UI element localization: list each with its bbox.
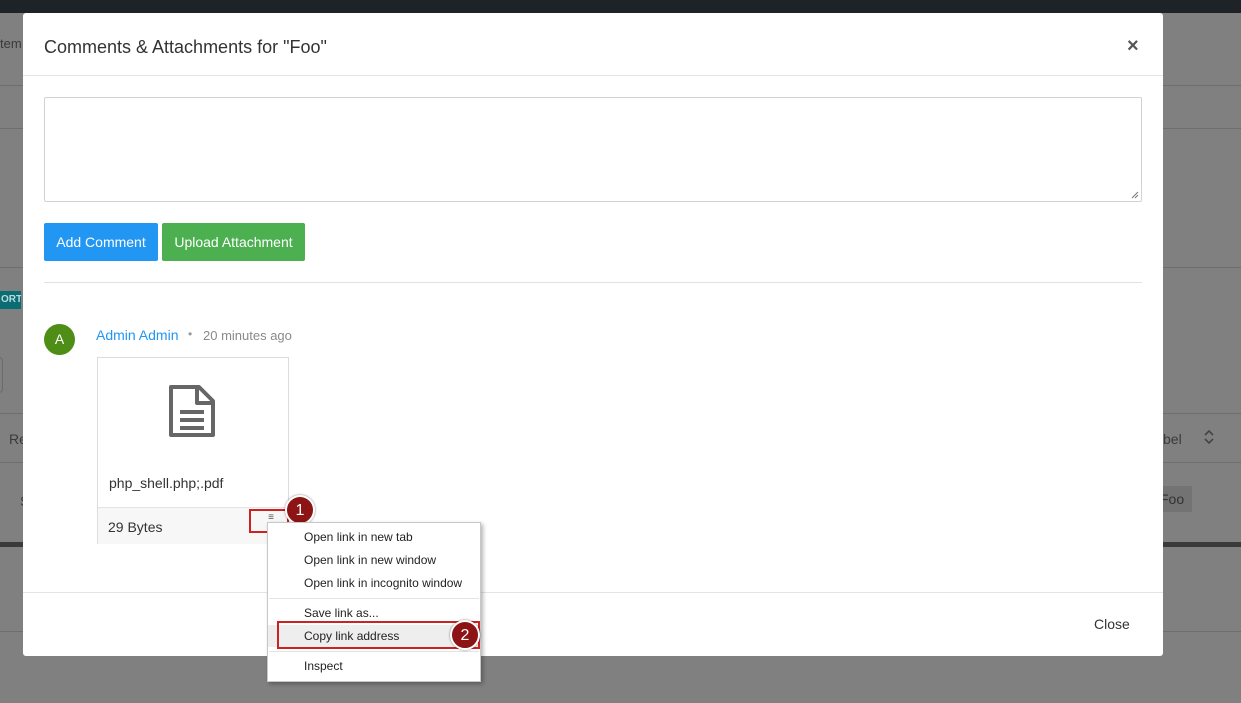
attachment-size: 29 Bytes [108,519,163,535]
avatar: A [44,324,75,355]
background-badge: ORT [0,291,21,309]
close-button[interactable]: Close [1094,616,1130,632]
file-text-icon [169,385,215,437]
add-comment-button[interactable]: Add Comment [44,223,158,261]
context-menu-item-open-new-tab[interactable]: Open link in new tab [268,526,480,548]
annotation-step-1: 1 [285,495,315,525]
section-divider [44,282,1142,283]
modal-title: Comments & Attachments for "Foo" [44,37,327,57]
comments-attachments-modal: Comments & Attachments for "Foo" × Add C… [23,13,1163,656]
context-menu-item-inspect[interactable]: Inspect [268,655,480,677]
context-menu-separator [269,598,479,599]
comment-author-link[interactable]: Admin Admin [96,327,178,343]
background-column-header: bel [1163,431,1182,447]
context-menu-separator [269,651,479,652]
context-menu-item-open-new-window[interactable]: Open link in new window [268,549,480,571]
context-menu: Open link in new tab Open link in new wi… [267,522,481,682]
close-icon[interactable]: × [1127,36,1139,56]
context-menu-item-open-incognito[interactable]: Open link in incognito window [268,572,480,594]
attachment-file-name: php_shell.php;.pdf [109,475,224,491]
modal-footer: Close [23,592,1163,656]
annotation-step-2: 2 [450,620,480,650]
background-box [0,357,3,393]
modal-header: Comments & Attachments for "Foo" × [23,13,1163,76]
resize-grip-icon[interactable] [1131,191,1139,199]
background-text: tem [0,36,22,51]
background-topbar [0,0,1241,13]
sort-icon [1203,428,1215,450]
upload-attachment-button[interactable]: Upload Attachment [162,223,305,261]
comment-textarea[interactable] [44,97,1142,202]
comment-timestamp: 20 minutes ago [203,328,292,343]
meta-separator: • [188,327,193,341]
